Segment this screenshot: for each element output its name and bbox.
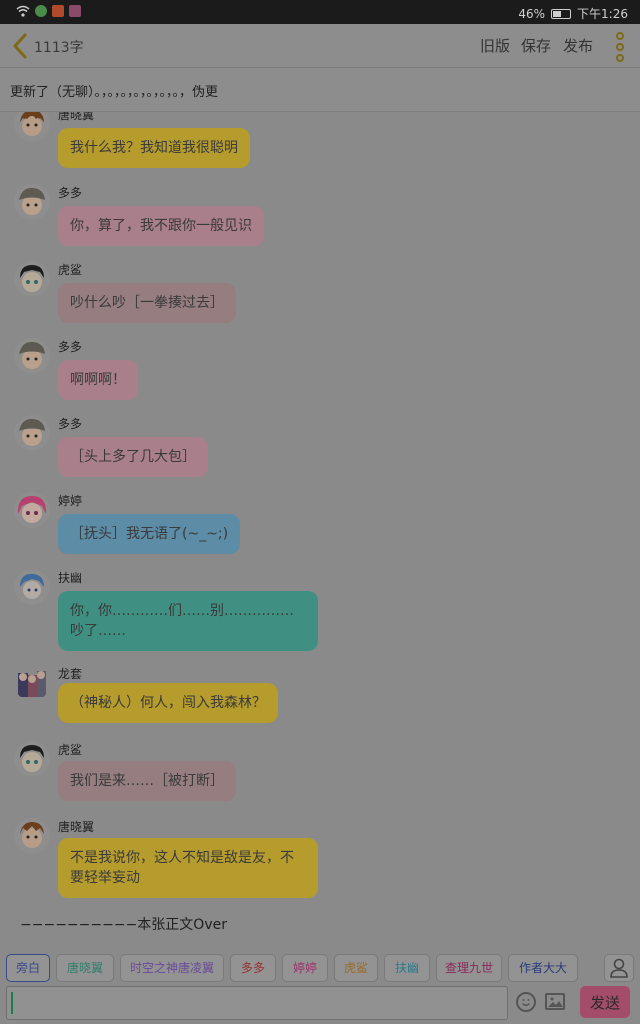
sender-name: 扶幽 [58, 571, 83, 585]
clock: 下午1:26 [577, 7, 628, 21]
sender-name: 虎鲨 [58, 263, 83, 277]
avatar-cap-boy[interactable] [14, 415, 50, 451]
role-tag-author[interactable]: 作者大大 [508, 954, 578, 982]
role-tag-narrator[interactable]: 旁白 [6, 954, 50, 982]
sender-name: 龙套 [58, 667, 83, 681]
message-bubble[interactable]: 啊啊啊！ [58, 360, 138, 400]
app-notification-icon [35, 5, 47, 17]
emoji-icon[interactable] [516, 992, 536, 1012]
avatar-brown-hair-boy[interactable] [14, 818, 50, 854]
person-icon[interactable] [604, 954, 634, 982]
avatar-brown-hair-boy[interactable] [14, 112, 50, 142]
message-bubble[interactable]: 你，你…………们……别……………吵了…… [58, 591, 318, 651]
back-arrow-icon[interactable] [10, 32, 30, 60]
sender-name: 婷婷 [58, 494, 83, 508]
role-tag-tingting[interactable]: 婷婷 [282, 954, 328, 982]
input-bar: 发送 [0, 984, 640, 1024]
more-menu-icon[interactable] [614, 32, 626, 62]
sender-name: 唐晓翼 [58, 820, 95, 834]
role-tag-fuyou[interactable]: 扶幽 [384, 954, 430, 982]
editor-header: 1113字 旧版 保存 发布 [0, 24, 640, 68]
avatar-cap-boy[interactable] [14, 338, 50, 374]
wifi-icon [16, 5, 30, 17]
battery-percent: 46% [518, 6, 546, 21]
message-input[interactable] [6, 986, 508, 1020]
old-version-button[interactable]: 旧版 [480, 35, 510, 56]
message-bubble[interactable]: 我什么我？我知道我很聪明 [58, 128, 250, 168]
avatar-black-hair-boy[interactable] [14, 741, 50, 777]
sender-name: 多多 [58, 186, 83, 200]
status-icons-left [16, 5, 81, 17]
role-tag-tang-xiaoyi[interactable]: 唐晓翼 [56, 954, 114, 982]
chapter-title: 更新了（无聊）。，。，。，。，。，。，。，伪更 [10, 85, 219, 100]
sender-name: 多多 [58, 340, 83, 354]
word-count: 1113字 [34, 40, 84, 56]
message-bubble[interactable]: 你，算了，我不跟你一般见识 [58, 206, 264, 246]
message-bubble[interactable]: 不是我说你，这人不知是敌是友，不要轻举妄动 [58, 838, 318, 898]
avatar-blue-hair-boy[interactable] [14, 569, 50, 605]
status-icons-right: 46% 下午1:26 [518, 5, 628, 22]
message-bubble[interactable]: 我们是来……［被打断］ [58, 761, 236, 801]
role-tag-bar: 旁白 唐晓翼 时空之神唐凌翼 多多 婷婷 虎鲨 扶幽 查理九世 作者大大 [0, 950, 640, 986]
sender-name: 虎鲨 [58, 743, 83, 757]
chapter-end-text: −−−−−−−−−−本张正文Over [20, 917, 227, 933]
message-bubble[interactable]: 吵什么吵［一拳揍过去］ [58, 283, 236, 323]
sender-name: 多多 [58, 417, 83, 431]
avatar-black-hair-boy[interactable] [14, 261, 50, 297]
gallery-app-icon [69, 5, 81, 17]
role-tag-duoduo[interactable]: 多多 [230, 954, 276, 982]
video-app-icon [52, 5, 64, 17]
message-bubble[interactable]: ［抚头］我无语了(~_~;) [58, 514, 241, 554]
image-icon[interactable] [545, 993, 565, 1010]
role-tag-charlie-ix[interactable]: 查理九世 [436, 954, 502, 982]
battery-icon [551, 8, 572, 19]
avatar-cap-boy[interactable] [14, 184, 50, 220]
message-bubble[interactable]: ［头上多了几大包］ [58, 437, 208, 477]
role-tag-husha[interactable]: 虎鲨 [334, 954, 378, 982]
avatar-group[interactable] [14, 665, 50, 701]
text-cursor [11, 992, 13, 1014]
chat-list[interactable]: 唐晓翼 我什么我？我知道我很聪明 多多 你，算了，我不跟你一般见识 虎鲨 吵什么… [0, 112, 640, 948]
sender-name: 唐晓翼 [58, 112, 95, 122]
chapter-title-bar[interactable]: 更新了（无聊）。，。，。，。，。，。，。，伪更 [0, 68, 640, 112]
save-button[interactable]: 保存 [521, 35, 551, 56]
status-bar: 46% 下午1:26 [0, 0, 640, 24]
role-tag-tang-lingyi[interactable]: 时空之神唐凌翼 [120, 954, 224, 982]
avatar-pink-hair-girl[interactable] [14, 492, 50, 528]
message-bubble[interactable]: （神秘人）何人，闯入我森林？ [58, 683, 278, 723]
publish-button[interactable]: 发布 [563, 35, 593, 56]
send-button[interactable]: 发送 [580, 986, 630, 1018]
